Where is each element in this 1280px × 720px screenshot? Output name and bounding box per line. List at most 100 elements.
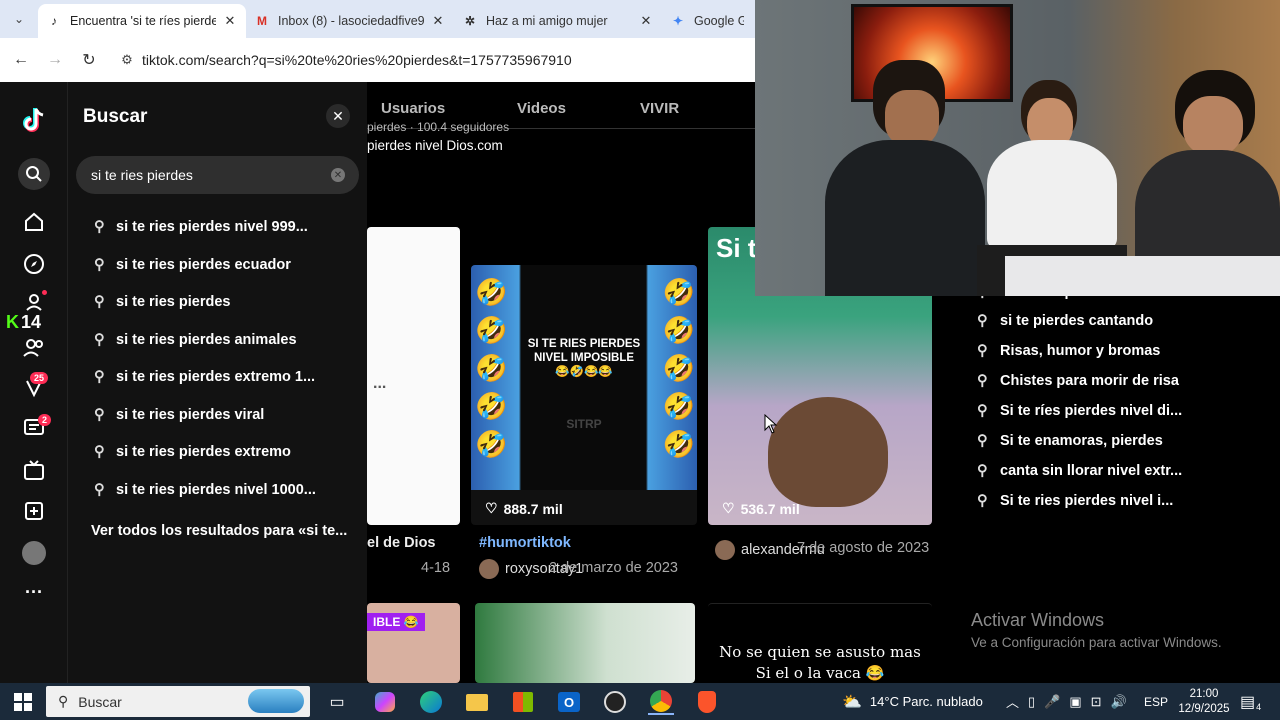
site-info-icon[interactable]: ⚙ — [112, 52, 142, 68]
more-dots: ... — [373, 375, 387, 392]
friends-count-badge: K 14 — [6, 312, 42, 332]
related-search-item[interactable]: ⚲ Si te ries pierdes nivel i... — [977, 491, 1173, 511]
obs-icon[interactable] — [602, 689, 628, 715]
copilot-icon[interactable] — [372, 689, 398, 715]
related-search-item[interactable]: ⚲ si te pierdes cantando — [977, 311, 1153, 331]
tab-usuarios[interactable]: Usuarios — [381, 100, 445, 117]
related-search-item[interactable]: ⚲ Si te enamoras, pierdes — [977, 431, 1163, 451]
tab-gemini[interactable]: ✦ Google Gem — [662, 4, 752, 38]
suggestion-item[interactable]: ⚲ si te ries pierdes animales — [94, 330, 297, 350]
related-search-item[interactable]: ⚲ canta sin llorar nivel extr... — [977, 461, 1182, 481]
suggestion-item[interactable]: ⚲ si te ries pierdes ecuador — [94, 255, 291, 275]
search-panel: Buscar ✕ si te ries pierdes ✕ ⚲ si te rie… — [68, 82, 367, 683]
forward-icon[interactable]: → — [38, 51, 72, 69]
close-icon[interactable]: ✕ — [638, 13, 654, 29]
task-view-icon[interactable]: ▭ — [324, 689, 350, 715]
search-icon: ⚲ — [94, 369, 105, 385]
tray-icons[interactable]: ︿ ▯ 🎤 ▣ ⊡ 🔊 — [1006, 683, 1127, 720]
close-icon[interactable]: ✕ — [326, 104, 350, 128]
face-shape — [768, 397, 888, 507]
upload-icon[interactable] — [18, 495, 50, 527]
more-icon[interactable]: ··· — [18, 576, 50, 608]
live-icon[interactable] — [18, 454, 50, 486]
taskbar-search[interactable]: ⚲ Buscar — [46, 686, 310, 717]
weather-icon: ⛅ — [842, 693, 862, 711]
suggestion-item[interactable]: ⚲ si te ries pierdes nivel 999... — [94, 217, 308, 237]
suggestion-item[interactable]: ⚲ si te ries pierdes extremo — [94, 442, 291, 462]
microphone-icon[interactable]: 🎤 — [1044, 694, 1060, 710]
chevron-up-icon[interactable]: ︿ — [1006, 692, 1019, 711]
network-icon[interactable]: ⊡ — [1091, 694, 1102, 710]
avatar — [715, 540, 735, 560]
watermark: SITRP — [566, 417, 602, 431]
edge-icon[interactable] — [418, 689, 444, 715]
video-card[interactable]: IBLE 😂 — [367, 603, 460, 683]
close-icon[interactable]: ✕ — [222, 13, 238, 29]
tab-gmail[interactable]: M Inbox (8) - lasociedadfive93@ ✕ — [246, 4, 454, 38]
bed-blanket — [1005, 256, 1280, 296]
tab-videos[interactable]: Videos — [517, 100, 566, 117]
video-caption[interactable]: el de Dios — [367, 535, 436, 551]
tab-title: Encuentra 'si te ríes pierdes' — [70, 14, 216, 28]
video-card[interactable] — [475, 603, 695, 683]
tab-title: Inbox (8) - lasociedadfive93@ — [278, 14, 424, 28]
avatar — [479, 559, 499, 579]
volume-icon[interactable]: 🔊 — [1111, 694, 1127, 710]
suggestion-item[interactable]: ⚲ si te ries pierdes — [94, 292, 230, 312]
video-date: 2 de marzo de 2023 — [549, 560, 678, 576]
message-icon: ▤ — [1240, 693, 1256, 711]
outlook-icon[interactable]: O — [556, 689, 582, 715]
webcam-overlay — [755, 0, 1280, 296]
tab-title: Haz a mi amigo mujer — [486, 14, 608, 28]
back-icon[interactable]: ← — [4, 51, 38, 69]
suggestion-item[interactable]: ⚲ si te ries pierdes nivel 1000... — [94, 480, 316, 500]
chrome-icon[interactable] — [648, 689, 674, 715]
video-card[interactable]: 🤣 🤣 🤣 🤣 🤣 🤣 🤣 🤣 🤣 🤣 SI TE RIES PIERDES NIVEL IMP… — [471, 265, 697, 525]
search-icon: ⚲ — [94, 257, 105, 273]
search-icon: ⚲ — [94, 294, 105, 310]
store-icon[interactable] — [510, 689, 536, 715]
related-search-item[interactable]: ⚲ Chistes para morir de risa — [977, 371, 1179, 391]
explore-icon[interactable] — [18, 248, 50, 280]
meet-icon[interactable]: ▯ — [1028, 694, 1035, 710]
friends-icon[interactable] — [18, 332, 50, 364]
camera-icon[interactable]: ▣ — [1069, 694, 1081, 710]
notifications-icon[interactable]: ▤ 4 — [1240, 683, 1261, 720]
search-icon[interactable] — [18, 158, 50, 190]
video-card[interactable]: ... — [367, 227, 460, 525]
suggestion-item[interactable]: ⚲ si te ries pierdes viral — [94, 405, 264, 425]
tab-search-icon[interactable]: ⌄ — [0, 0, 38, 38]
search-panel-title: Buscar — [83, 106, 148, 127]
close-icon[interactable]: ✕ — [430, 13, 446, 29]
tab-vivir[interactable]: VIVIR — [640, 100, 679, 117]
url-text: tiktok.com/search?q=si%20te%20ries%20pie… — [142, 52, 572, 68]
reload-icon[interactable]: ↻ — [72, 50, 106, 70]
clear-icon[interactable]: ✕ — [331, 168, 345, 182]
video-hashtag[interactable]: #humortiktok — [479, 535, 571, 551]
tiktok-logo-icon[interactable] — [18, 104, 50, 136]
url-field[interactable]: ⚙ tiktok.com/search?q=si%20te%20ries%20p… — [112, 43, 755, 77]
video-card[interactable]: No se quien se asusto mas Si el o la vac… — [708, 603, 932, 683]
suggestion-item[interactable]: ⚲ si te ries pierdes extremo 1... — [94, 367, 315, 387]
related-search-item[interactable]: ⚲ Risas, humor y bromas — [977, 341, 1160, 361]
weather-widget[interactable]: ⛅ 14°C Parc. nublado — [842, 683, 983, 720]
search-icon: ⚲ — [977, 343, 988, 359]
video-date: 4-18 — [421, 560, 451, 576]
related-search-item[interactable]: ⚲ Si te ríes pierdes nivel di... — [977, 401, 1182, 421]
clock[interactable]: 21:00 12/9/2025 — [1176, 683, 1232, 720]
brave-icon[interactable] — [694, 689, 720, 715]
tab-chatgpt[interactable]: ✲ Haz a mi amigo mujer ✕ — [454, 4, 662, 38]
profile-avatar[interactable] — [18, 537, 50, 569]
search-input[interactable]: si te ries pierdes ✕ — [76, 156, 359, 194]
file-explorer-icon[interactable] — [464, 689, 490, 715]
emoji-column-left: 🤣 🤣 🤣 🤣 🤣 — [475, 277, 508, 459]
windows-start-icon[interactable] — [10, 689, 36, 715]
language-indicator[interactable]: ESP — [1144, 683, 1168, 720]
tab-tiktok[interactable]: ♪ Encuentra 'si te ríes pierdes' ✕ — [38, 4, 246, 38]
search-icon: ⚲ — [94, 219, 105, 235]
search-icon: ⚲ — [977, 403, 988, 419]
account-bio: pierdes nivel Dios.com — [367, 138, 503, 153]
view-all-results-link[interactable]: Ver todos los resultados para «si te... — [91, 523, 347, 539]
search-icon: ⚲ — [94, 482, 105, 498]
home-icon[interactable] — [18, 206, 50, 238]
